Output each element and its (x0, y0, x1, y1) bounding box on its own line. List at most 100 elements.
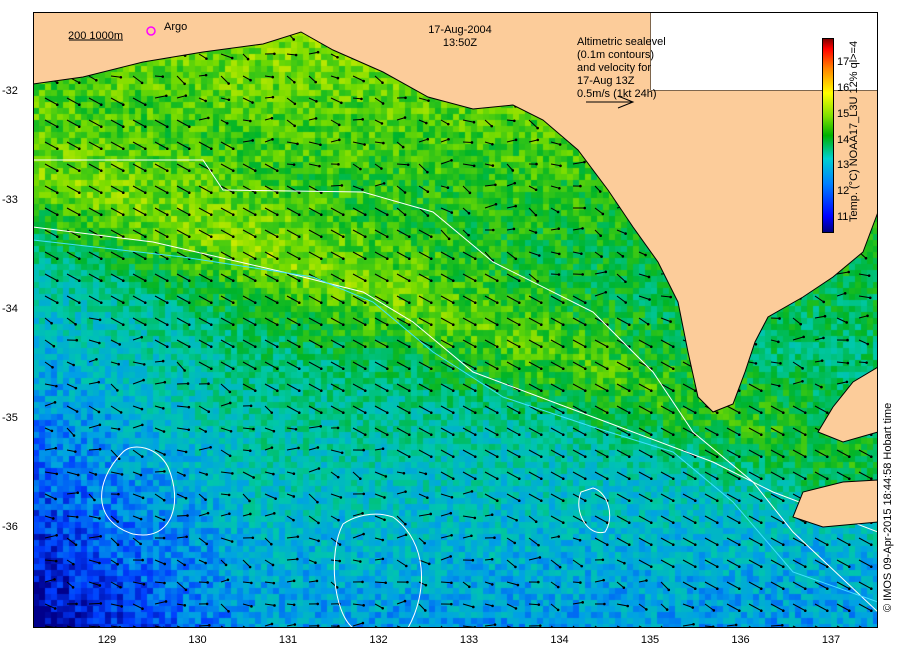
velocity-arrow (154, 229, 168, 238)
velocity-arrow (638, 625, 644, 628)
velocity-arrow (44, 295, 58, 304)
arrow-head (183, 82, 186, 86)
arrow-head (491, 228, 495, 232)
velocity-arrow (418, 229, 432, 238)
arrow-head (556, 585, 560, 589)
arrow-head (382, 141, 385, 145)
velocity-arrow (110, 625, 120, 628)
arrow-head (224, 563, 228, 567)
arrow-head (76, 473, 80, 477)
velocity-arrow (154, 339, 168, 348)
velocity-arrow (726, 581, 740, 590)
arrow-head (74, 627, 77, 628)
arrow-head (407, 257, 411, 261)
velocity-arrow (792, 336, 804, 341)
arrow-head (99, 602, 103, 605)
velocity-arrow (198, 229, 212, 238)
velocity-arrow (418, 383, 432, 392)
arrow-head (799, 322, 803, 326)
velocity-arrow (572, 601, 583, 605)
arrow-head (407, 433, 411, 437)
arrow-head (363, 257, 367, 261)
arrow-head (55, 81, 59, 85)
arrow-head (495, 455, 499, 459)
velocity-arrow (220, 207, 234, 216)
arrow-head (712, 609, 716, 612)
velocity-arrow (616, 625, 623, 628)
velocity-arrow (418, 138, 428, 143)
arrow-head (77, 213, 81, 217)
arrow-head (385, 345, 389, 349)
arrow-head (319, 257, 323, 261)
velocity-arrow (594, 361, 608, 370)
velocity-arrow (484, 273, 498, 282)
arrow-head (341, 323, 345, 327)
velocity-arrow (264, 493, 276, 500)
arrow-head (692, 622, 695, 626)
velocity-arrow (308, 251, 322, 260)
arrow-head (51, 517, 55, 520)
arrow-head (561, 345, 565, 349)
arrow-head (561, 301, 565, 305)
arrow-head (165, 235, 169, 239)
arrow-head (473, 477, 477, 481)
arrow-head (55, 125, 59, 129)
arrow-head (511, 169, 515, 172)
velocity-arrow (748, 427, 762, 436)
arrow-head (715, 477, 719, 481)
velocity-arrow (242, 229, 256, 238)
velocity-arrow (594, 471, 608, 480)
arrow-head (451, 367, 455, 371)
arrow-head (869, 587, 873, 591)
arrow-head (142, 363, 146, 366)
velocity-arrow (132, 273, 146, 282)
velocity-arrow (506, 625, 515, 628)
arrow-head (275, 367, 279, 371)
velocity-arrow (572, 449, 586, 458)
arrow-head (361, 512, 364, 515)
arrow-head (297, 301, 301, 305)
arrow-head (250, 605, 253, 608)
arrow-head (50, 321, 53, 325)
velocity-arrow (748, 559, 762, 568)
velocity-arrow (528, 139, 538, 143)
velocity-arrow (308, 447, 319, 451)
velocity-arrow (88, 625, 100, 628)
arrow-head (53, 401, 57, 404)
arrow-head (429, 301, 433, 305)
arrow-head (495, 345, 499, 349)
arrow-head (715, 543, 719, 547)
velocity-arrow (572, 361, 586, 370)
arrow-head (341, 411, 345, 415)
arrow-head (319, 143, 322, 147)
arrow-head (467, 233, 470, 237)
velocity-arrow (110, 273, 124, 282)
velocity-arrow (792, 625, 798, 628)
arrow-head (556, 608, 560, 612)
arrow-head (407, 455, 411, 459)
arrow-head (363, 279, 367, 283)
velocity-arrow (154, 470, 165, 473)
arrow-head (693, 411, 697, 415)
velocity-arrow (66, 492, 78, 495)
arrow-head (517, 301, 521, 305)
velocity-arrow (748, 449, 762, 458)
sst-map[interactable] (33, 12, 878, 628)
arrow-head (93, 498, 96, 502)
velocity-arrow (528, 493, 542, 502)
velocity-arrow (132, 537, 141, 545)
velocity-arrow (242, 317, 256, 326)
arrow-head (447, 137, 450, 141)
velocity-arrow (220, 229, 234, 238)
arrow-head (75, 338, 79, 342)
arrow-head (53, 578, 56, 581)
arrow-head (429, 367, 433, 371)
velocity-arrow (528, 383, 542, 392)
arrow-head (121, 169, 125, 173)
arrow-head (272, 512, 276, 515)
velocity-arrow (286, 339, 300, 348)
velocity-arrow (132, 625, 139, 628)
arrow-head (383, 496, 386, 499)
arrow-head (583, 433, 587, 437)
arrow-head (97, 410, 101, 414)
